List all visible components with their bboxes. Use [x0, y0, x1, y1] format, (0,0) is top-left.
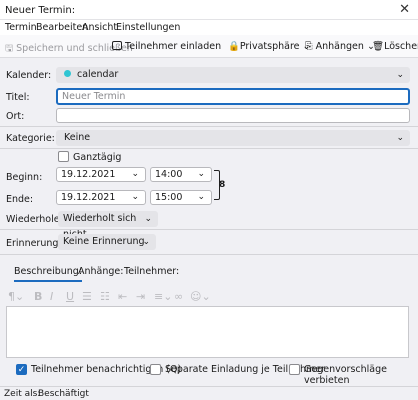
emoji-icon[interactable]: ☺⌄	[190, 290, 211, 303]
close-icon[interactable]: ✕	[399, 2, 410, 17]
invite-button[interactable]: Teilnehmer einladen	[112, 41, 221, 52]
save-icon: 🖫	[5, 43, 14, 54]
menu-bearbeiten[interactable]: Bearbeiten	[36, 22, 88, 33]
calendar-label: Kalender:	[6, 70, 52, 81]
description-editor[interactable]	[6, 306, 409, 358]
chevron-down-icon[interactable]: ⌄	[131, 168, 139, 181]
statusbar: Zeit als: Beschäftigt	[0, 386, 418, 400]
title-input[interactable]: Neuer Termin	[56, 88, 410, 105]
status-label: Zeit als:	[4, 389, 41, 399]
menu-einstellungen[interactable]: Einstellungen	[116, 22, 180, 33]
status-value[interactable]: Beschäftigt	[38, 389, 89, 399]
disallow-counter-label: Gegenvorschläge verbieten	[304, 364, 387, 386]
divider	[0, 126, 418, 127]
calendar-color-dot	[64, 70, 71, 77]
tab-attendees[interactable]: Teilnehmer:	[124, 266, 179, 277]
paragraph-icon[interactable]: ¶⌄	[8, 290, 24, 303]
format-toolbar: ¶⌄ B I U ☰ ☷ ⇤ ⇥ ≡⌄ ∞ ☺⌄	[0, 284, 418, 308]
title-label: Titel:	[6, 92, 30, 103]
category-label: Kategorie:	[6, 133, 55, 144]
location-input[interactable]	[56, 108, 410, 123]
chevron-down-icon[interactable]: ⌄	[197, 168, 205, 181]
separate-invite-checkbox[interactable]	[150, 364, 161, 375]
outdent-icon[interactable]: ⇤	[118, 290, 127, 303]
chevron-down-icon[interactable]: ⌄	[131, 191, 139, 204]
category-select[interactable]: Keine ⌄	[56, 130, 410, 146]
invite-icon	[112, 41, 122, 50]
end-date-input[interactable]: 19.12.2021 ⌄	[56, 190, 146, 205]
align-icon[interactable]: ≡⌄	[154, 290, 172, 303]
tab-description[interactable]: Beschreibung:	[14, 266, 83, 282]
window-titlebar: Neuer Termin: ✕	[0, 0, 418, 20]
separate-invite-label: Separate Einladung je Teilnehmer	[165, 364, 325, 375]
calendar-select[interactable]: calendar ⌄	[56, 67, 410, 83]
tab-attachments[interactable]: Anhänge:	[78, 266, 123, 277]
chevron-down-icon: ⌄	[396, 70, 404, 80]
divider	[0, 229, 418, 230]
link-icon[interactable]: 8	[219, 180, 225, 190]
menu-ansicht[interactable]: Ansicht	[82, 22, 117, 33]
divider	[0, 254, 418, 255]
allday-label: Ganztägig	[73, 152, 122, 163]
divider	[0, 148, 418, 149]
delete-button[interactable]: 🗑Löschen	[372, 41, 418, 52]
attach-button[interactable]: ⎘ Anhängen ⌄	[305, 41, 375, 52]
start-label: Beginn:	[6, 172, 43, 183]
toolbar: 🖫 Speichern und schließen Teilnehmer ein…	[0, 35, 418, 58]
underline-icon[interactable]: U	[66, 290, 74, 303]
paperclip-icon: ⎘	[305, 41, 313, 52]
trash-icon: 🗑	[372, 41, 385, 52]
italic-icon[interactable]: I	[50, 290, 53, 303]
chevron-down-icon[interactable]: ⌄	[197, 191, 205, 204]
reminder-label: Erinnerung:	[6, 238, 62, 249]
start-date-input[interactable]: 19.12.2021 ⌄	[56, 167, 146, 182]
bold-icon[interactable]: B	[34, 290, 42, 303]
chevron-down-icon: ⌄	[396, 133, 404, 143]
indent-icon[interactable]: ⇥	[136, 290, 145, 303]
allday-checkbox[interactable]	[58, 151, 69, 162]
bullet-list-icon[interactable]: ☰	[82, 290, 92, 303]
menu-termin[interactable]: Termin	[5, 22, 37, 33]
window-title: Neuer Termin:	[5, 5, 76, 16]
end-time-input[interactable]: 15:00 ⌄	[150, 190, 212, 205]
chevron-down-icon: ⌄	[144, 214, 152, 224]
end-label: Ende:	[6, 194, 34, 205]
tab-bar: Beschreibung: Anhänge: Teilnehmer:	[0, 262, 418, 282]
location-label: Ort:	[6, 111, 25, 122]
numbered-list-icon[interactable]: ☷	[100, 290, 110, 303]
disallow-counter-checkbox[interactable]	[289, 364, 300, 375]
reminder-select[interactable]: Keine Erinnerung ⌄	[58, 234, 156, 250]
menubar: Termin Bearbeiten Ansicht Einstellungen	[0, 20, 418, 35]
link-icon[interactable]: ∞	[174, 290, 183, 303]
privacy-button[interactable]: 🔒Privatsphäre ⌄	[228, 41, 310, 52]
repeat-select[interactable]: Wiederholt sich nicht ⌄	[58, 211, 158, 240]
chevron-down-icon: ⌄	[142, 237, 150, 247]
notify-attendees-checkbox[interactable]: ✓	[16, 364, 27, 375]
start-time-input[interactable]: 14:00 ⌄	[150, 167, 212, 182]
lock-icon: 🔒	[228, 41, 240, 52]
